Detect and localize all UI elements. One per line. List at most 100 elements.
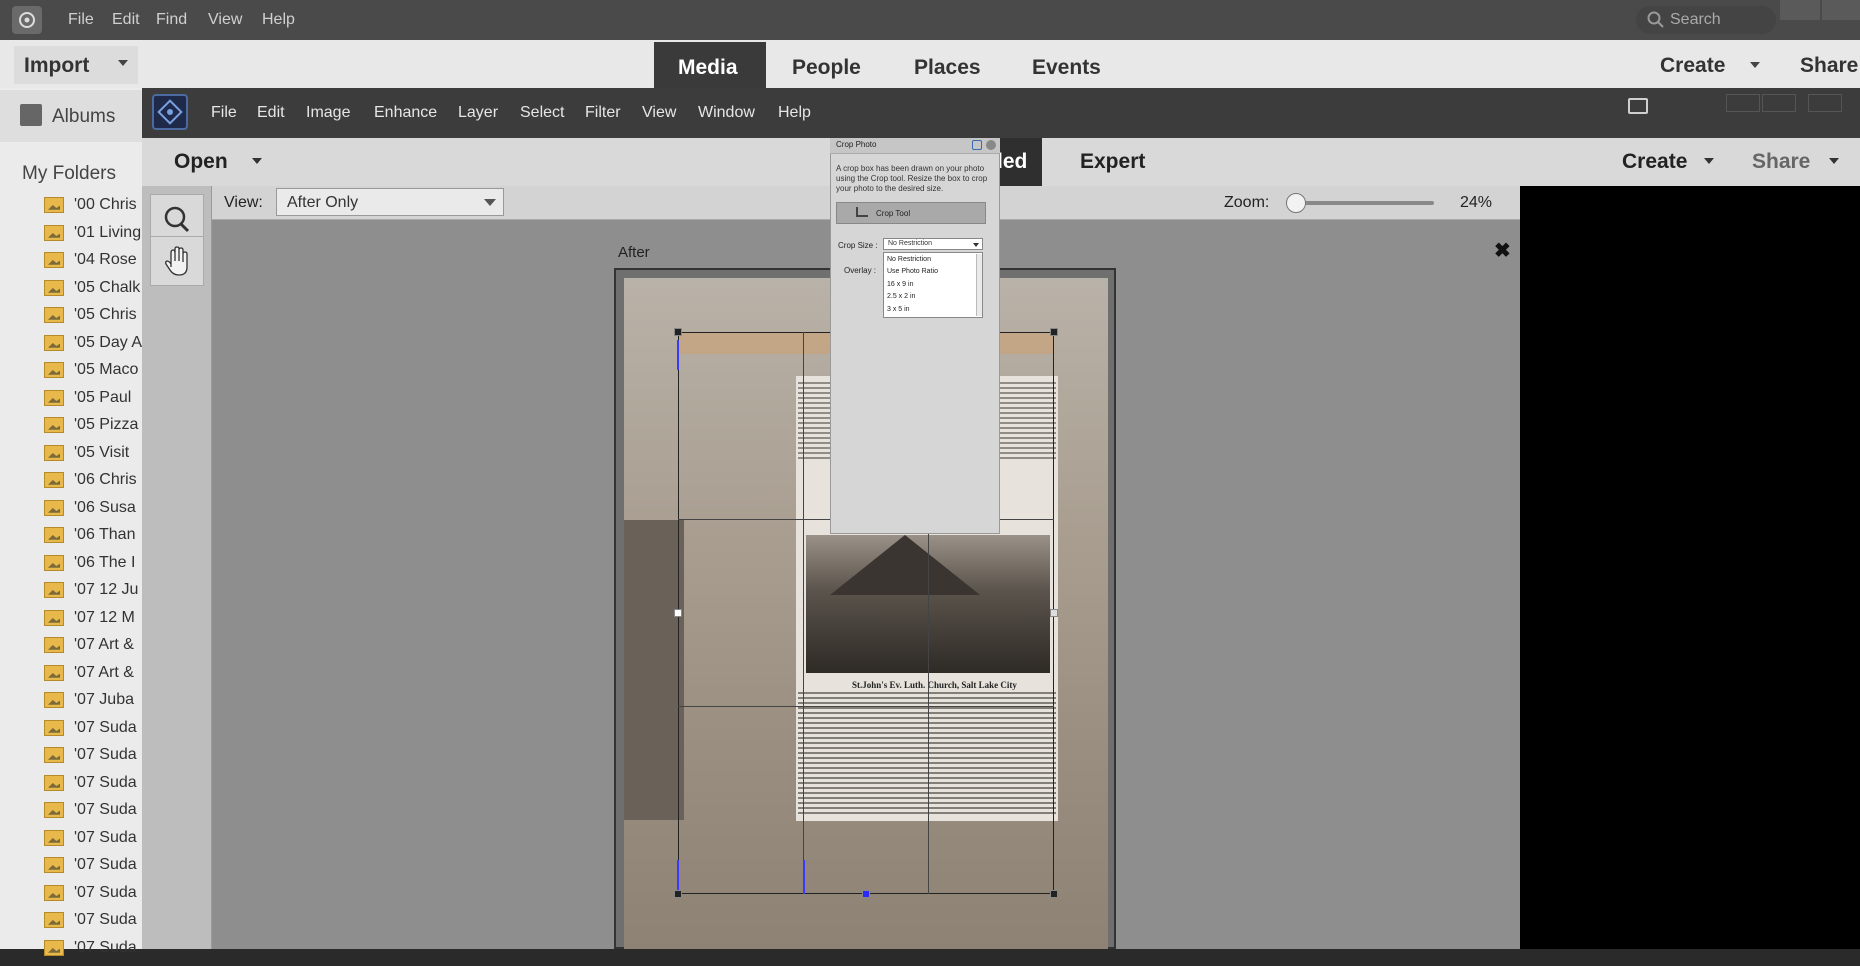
folder-item[interactable]: '05 Chris	[44, 306, 144, 333]
crop-handle-right[interactable]	[1050, 609, 1058, 617]
folder-item[interactable]: '04 Rose	[44, 251, 144, 278]
folder-item[interactable]: '07 Suda	[44, 829, 144, 856]
hand-tool-button[interactable]	[150, 236, 204, 286]
folder-item[interactable]: '01 Living	[44, 224, 144, 251]
crop-photo-panel	[830, 138, 1000, 534]
folder-item[interactable]: '06 Susa	[44, 499, 144, 526]
crop-option[interactable]: 16 x 9 in	[887, 281, 913, 288]
folder-label: '07 Juba	[74, 691, 134, 708]
tab-expert[interactable]: Expert	[1080, 150, 1145, 174]
tab-media[interactable]: Media	[678, 56, 738, 80]
crop-handle-top-left[interactable]	[674, 328, 682, 336]
editor-maximize-button[interactable]	[1762, 94, 1796, 112]
crop-handle-top-right[interactable]	[1050, 328, 1058, 336]
zoom-slider-thumb[interactable]	[1286, 193, 1306, 213]
org-minimize-button[interactable]	[1780, 0, 1820, 20]
folder-item[interactable]: '00 Chris	[44, 196, 144, 223]
crop-grid-line	[803, 332, 804, 894]
folder-item[interactable]: '07 Suda	[44, 719, 144, 746]
folder-item[interactable]: '07 Suda	[44, 939, 144, 966]
editor-logo-icon[interactable]	[152, 94, 188, 130]
crop-handle-bottom[interactable]	[862, 890, 870, 898]
tab-people[interactable]: People	[792, 56, 861, 80]
help-icon[interactable]	[986, 140, 996, 150]
tab-places[interactable]: Places	[914, 56, 981, 80]
folder-image-icon	[44, 279, 64, 296]
crop-option[interactable]: Use Photo Ratio	[887, 268, 938, 275]
folder-item[interactable]: '05 Paul	[44, 389, 144, 416]
org-menu-help[interactable]: Help	[262, 11, 295, 29]
crop-handle-left[interactable]	[674, 609, 682, 617]
folder-label: '05 Maco	[74, 361, 139, 378]
folder-label: '06 The I	[74, 554, 136, 571]
chevron-down-icon	[484, 199, 496, 206]
menu-enhance[interactable]: Enhance	[374, 104, 437, 122]
crop-option[interactable]: No Restriction	[887, 256, 931, 263]
view-select[interactable]: After Only	[276, 188, 504, 216]
panel-toggle-icon[interactable]	[1628, 98, 1648, 114]
menu-window[interactable]: Window	[698, 104, 755, 122]
folder-label: '07 Art &	[74, 636, 134, 653]
crop-handle-bottom-left[interactable]	[674, 890, 682, 898]
panel-collapse-icon[interactable]	[972, 140, 982, 150]
zoom-slider-track[interactable]	[1286, 201, 1434, 205]
editor-create-button[interactable]: Create	[1622, 150, 1687, 174]
menu-select[interactable]: Select	[520, 104, 564, 122]
folder-item[interactable]: '05 Maco	[44, 361, 144, 388]
folder-item[interactable]: '07 Suda	[44, 911, 144, 938]
menu-view[interactable]: View	[642, 104, 676, 122]
folder-item[interactable]: '07 Suda	[44, 774, 144, 801]
albums-label: Albums	[52, 106, 116, 127]
folder-item[interactable]: '06 Than	[44, 526, 144, 553]
editor-share-button[interactable]: Share	[1752, 150, 1810, 174]
crop-option[interactable]: 2.5 x 2 in	[887, 293, 915, 300]
org-menu-edit[interactable]: Edit	[112, 11, 140, 29]
organizer-share-button[interactable]: Share	[1800, 54, 1858, 78]
crop-tool-label: Crop Tool	[876, 209, 911, 218]
menu-layer[interactable]: Layer	[458, 104, 498, 122]
dropdown-scrollbar[interactable]	[976, 254, 982, 316]
org-menu-file[interactable]: File	[68, 11, 94, 29]
crop-option[interactable]: 3 x 5 in	[887, 306, 910, 313]
folder-item[interactable]: '07 Suda	[44, 801, 144, 828]
close-icon[interactable]: ✖	[1494, 238, 1511, 263]
org-menu-view[interactable]: View	[208, 11, 242, 29]
editor-minimize-button[interactable]	[1726, 94, 1760, 112]
folder-item[interactable]: '05 Pizza	[44, 416, 144, 443]
editor-close-button[interactable]	[1808, 94, 1842, 112]
open-button[interactable]: Open	[174, 150, 228, 174]
tool-strip	[142, 186, 212, 949]
crop-size-select[interactable]: No Restriction	[883, 238, 983, 250]
tab-events[interactable]: Events	[1032, 56, 1101, 80]
folder-item[interactable]: '06 Chris	[44, 471, 144, 498]
folder-item[interactable]: '07 Juba	[44, 691, 144, 718]
folder-item[interactable]: '05 Chalk	[44, 279, 144, 306]
folder-item[interactable]: '07 12 Ju	[44, 581, 144, 608]
chevron-down-icon	[118, 60, 128, 66]
folder-item[interactable]: '07 Suda	[44, 856, 144, 883]
menu-file[interactable]: File	[211, 104, 237, 122]
menu-edit[interactable]: Edit	[257, 104, 285, 122]
folder-label: '01 Living	[74, 224, 142, 241]
folder-item[interactable]: '07 Suda	[44, 746, 144, 773]
crop-panel-title: Crop Photo	[836, 140, 877, 149]
menu-help[interactable]: Help	[778, 104, 811, 122]
folder-item[interactable]: '07 Art &	[44, 636, 144, 663]
folder-item[interactable]: '07 12 M	[44, 609, 144, 636]
org-maximize-button[interactable]	[1822, 0, 1860, 20]
menu-image[interactable]: Image	[306, 104, 350, 122]
menu-filter[interactable]: Filter	[585, 104, 621, 122]
folder-item[interactable]: '07 Suda	[44, 884, 144, 911]
folder-item[interactable]: '05 Day A	[44, 334, 144, 361]
folder-label: '06 Than	[74, 526, 136, 543]
crop-handle-bottom-right[interactable]	[1050, 890, 1058, 898]
organizer-create-button[interactable]: Create	[1660, 54, 1725, 78]
org-menu-find[interactable]: Find	[156, 11, 187, 29]
folder-item[interactable]: '06 The I	[44, 554, 144, 581]
organizer-logo-icon[interactable]	[12, 6, 42, 34]
folder-item[interactable]: '07 Art &	[44, 664, 144, 691]
folder-image-icon	[44, 334, 64, 351]
folder-item[interactable]: '05 Visit	[44, 444, 144, 471]
folder-label: '07 12 Ju	[74, 581, 139, 598]
crop-edge-highlight	[677, 860, 679, 894]
